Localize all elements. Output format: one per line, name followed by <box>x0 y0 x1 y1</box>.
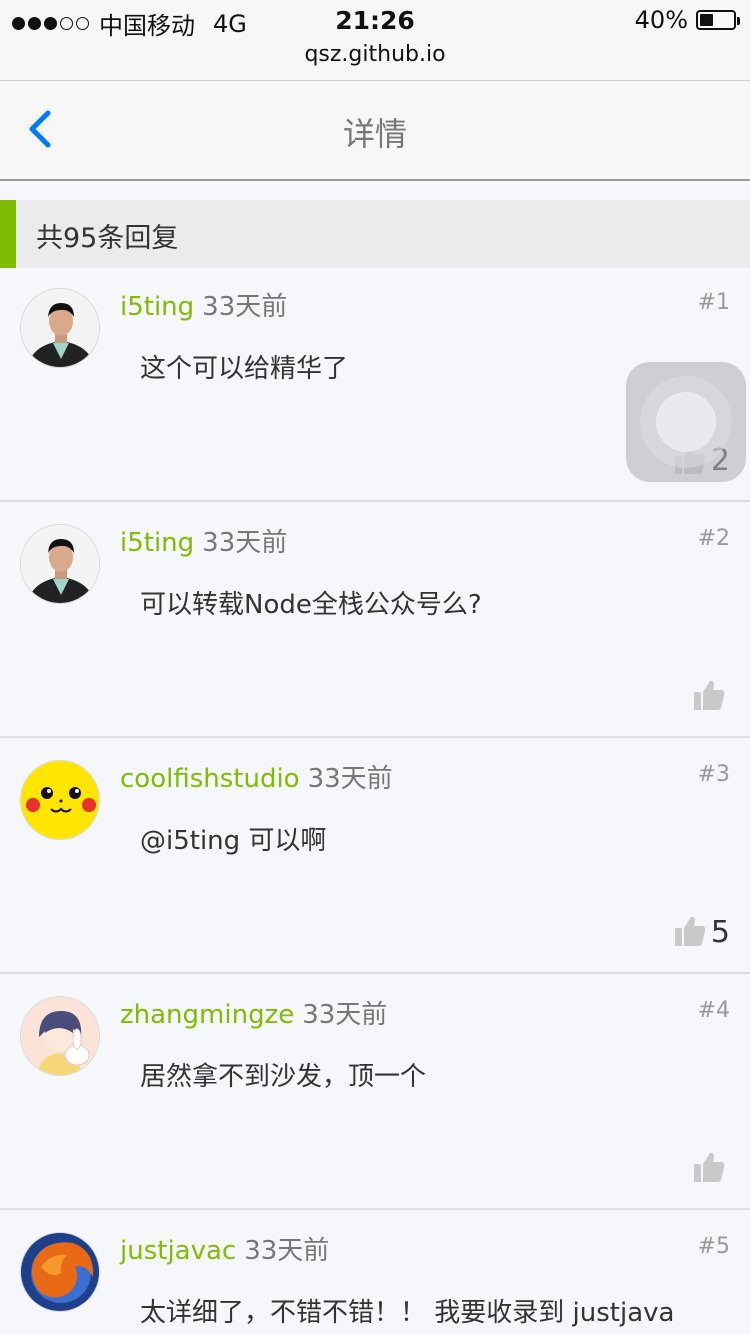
author-link[interactable]: coolfishstudio <box>120 764 300 794</box>
reply-item: justjavac 33天前 #5 太详细了，不错不错！！ 我要收录到 justj… <box>0 1212 750 1334</box>
author-link[interactable]: i5ting <box>120 292 194 322</box>
reply-count: 共95条回复 <box>36 223 179 254</box>
reply-time: 33天前 <box>202 528 288 558</box>
assistive-touch-button[interactable] <box>626 362 746 482</box>
reply-meta: coolfishstudio 33天前 <box>120 758 393 795</box>
reply-time: 33天前 <box>307 764 393 794</box>
floor-number: #4 <box>697 998 730 1023</box>
thumbs-up-icon <box>694 680 725 710</box>
avatar[interactable] <box>20 760 100 840</box>
status-bar: 中国移动 4G 21:26 40% qsz.github.io <box>0 0 750 81</box>
assistive-touch-center <box>656 392 716 452</box>
section-accent-bar <box>0 200 16 268</box>
avatar[interactable] <box>20 288 100 368</box>
page-title: 详情 <box>342 115 407 153</box>
reply-item: zhangmingze 33天前 #4 居然拿不到沙发，顶一个 <box>0 976 750 1210</box>
like-button[interactable] <box>692 1150 730 1184</box>
avatar[interactable] <box>20 996 100 1076</box>
reply-content: 居然拿不到沙发，顶一个 <box>140 1062 427 1092</box>
reply-item: i5ting 33天前 #2 可以转载Node全栈公众号么? <box>0 504 750 738</box>
avatar[interactable] <box>20 1232 100 1312</box>
floor-number: #2 <box>697 526 730 551</box>
author-link[interactable]: justjavac <box>120 1236 236 1266</box>
battery-percent: 40% <box>634 6 688 34</box>
floor-number: #1 <box>697 290 730 315</box>
page-url[interactable]: qsz.github.io <box>0 42 750 67</box>
reply-time: 33天前 <box>202 292 288 322</box>
reply-time: 33天前 <box>302 1000 388 1030</box>
navigation-bar: 详情 <box>0 81 750 181</box>
reply-meta: justjavac 33天前 <box>120 1230 329 1267</box>
thumbs-up-icon <box>674 916 706 946</box>
battery-icon <box>696 10 740 30</box>
thumbs-up-icon <box>694 1152 725 1182</box>
status-bar-right: 40% <box>634 6 740 34</box>
reply-content: 可以转载Node全栈公众号么? <box>140 590 482 620</box>
author-link[interactable]: zhangmingze <box>120 1000 294 1030</box>
reply-time: 33天前 <box>244 1236 330 1266</box>
reply-meta: zhangmingze 33天前 <box>120 994 387 1031</box>
like-button[interactable] <box>692 678 730 712</box>
replies-header: 共95条回复 <box>0 200 750 268</box>
reply-content: @i5ting 可以啊 <box>140 826 327 856</box>
reply-meta: i5ting 33天前 <box>120 286 287 323</box>
like-button[interactable]: 5 <box>673 914 730 948</box>
like-count: 5 <box>710 915 730 950</box>
reply-content: 这个可以给精华了 <box>140 354 349 384</box>
floor-number: #3 <box>697 762 730 787</box>
avatar[interactable] <box>20 524 100 604</box>
reply-meta: i5ting 33天前 <box>120 522 287 559</box>
reply-item: coolfishstudio 33天前 #3 @i5ting 可以啊 5 <box>0 740 750 974</box>
floor-number: #5 <box>697 1234 730 1259</box>
author-link[interactable]: i5ting <box>120 528 194 558</box>
reply-content: 太详细了，不错不错！！ 我要收录到 justjava <box>140 1298 675 1328</box>
